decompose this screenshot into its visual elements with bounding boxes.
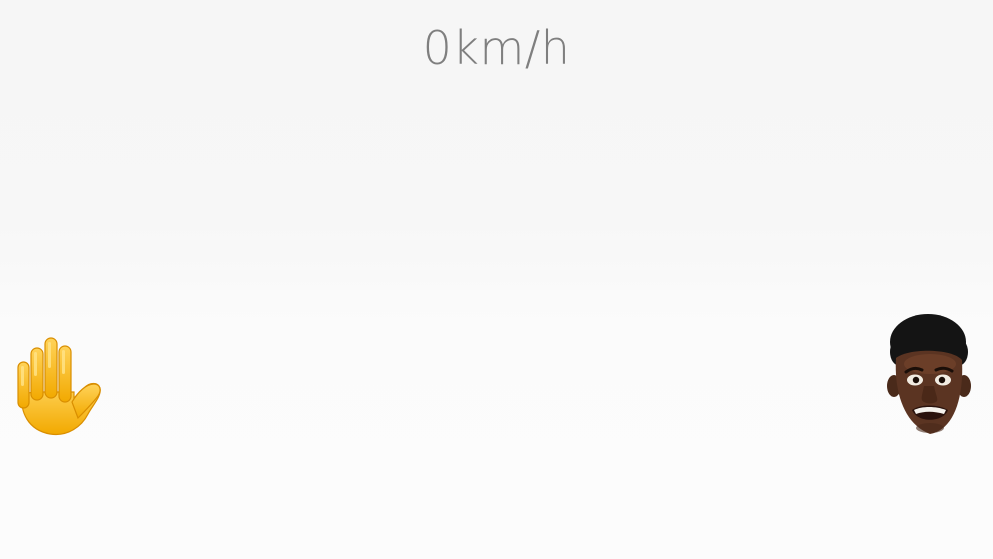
raised-hand-icon[interactable] <box>12 334 104 438</box>
speedometer-text: 0km/h <box>422 21 571 75</box>
game-scene[interactable]: 0km/h <box>0 0 993 559</box>
face-head-icon[interactable] <box>886 312 972 440</box>
